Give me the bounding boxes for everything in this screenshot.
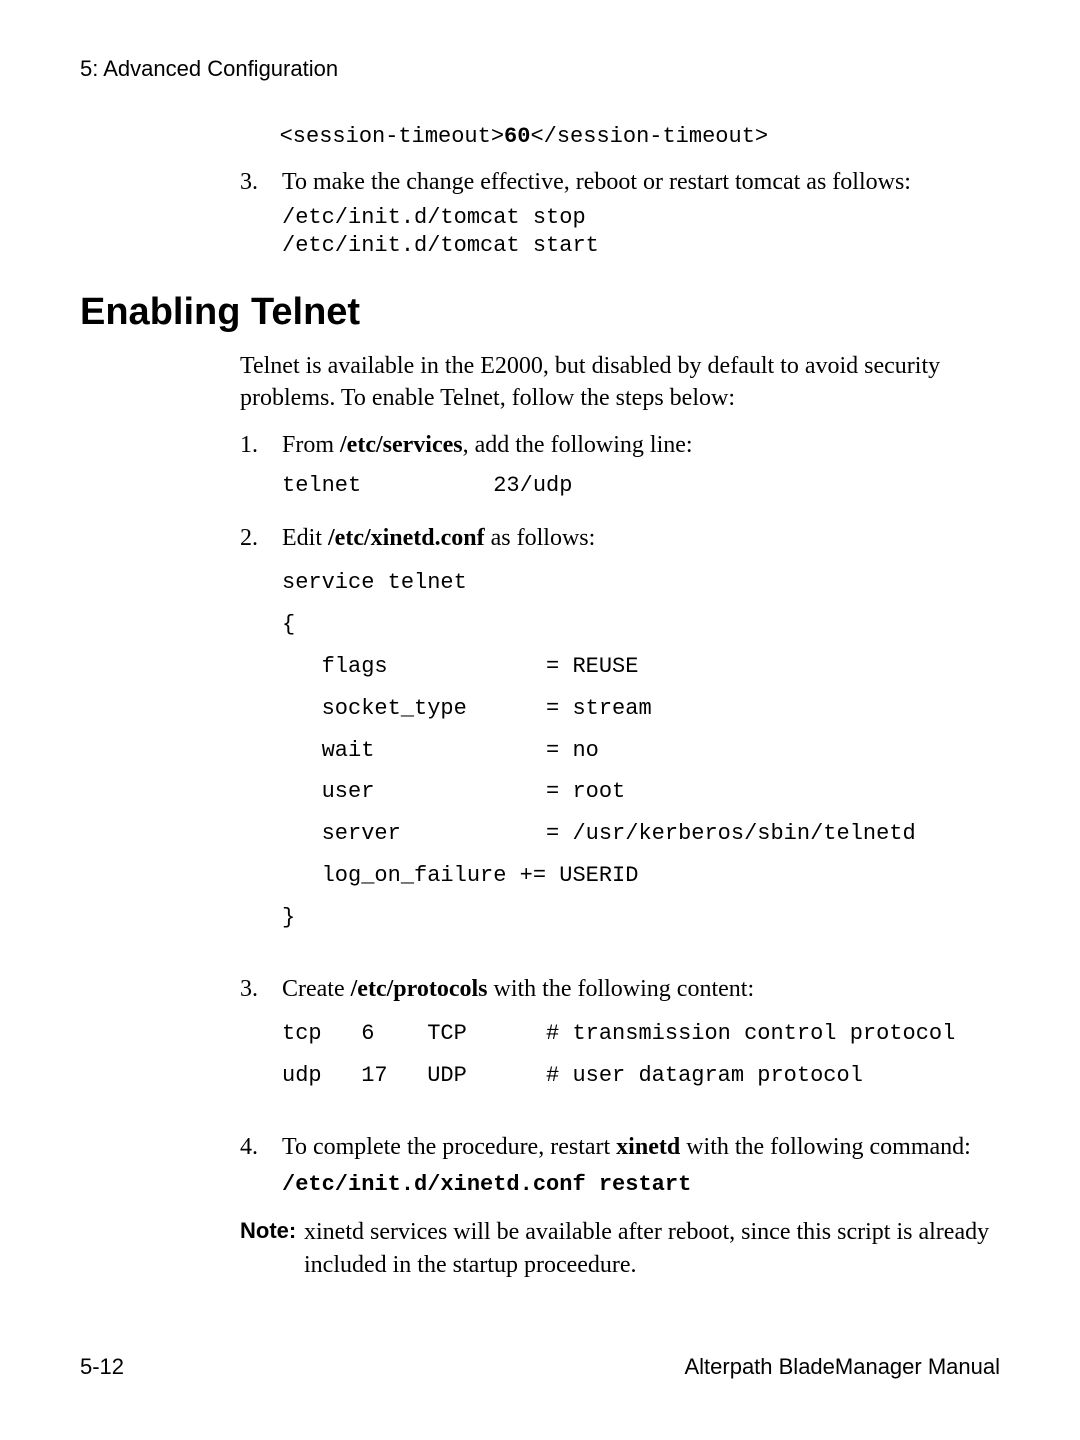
step-text: Create /etc/protocols with the following…: [282, 973, 990, 1005]
note: Note: xinetd services will be available …: [240, 1216, 990, 1281]
step-2-code: service telnet { flags = REUSE socket_ty…: [282, 562, 990, 938]
page-number: 5-12: [80, 1354, 124, 1380]
section-heading: Enabling Telnet: [80, 291, 1000, 334]
step-number: 1.: [240, 429, 282, 518]
step-number: 2.: [240, 522, 282, 955]
manual-title: Alterpath BladeManager Manual: [684, 1354, 1000, 1380]
note-text: xinetd services will be available after …: [304, 1216, 990, 1281]
footer: 5-12 Alterpath BladeManager Manual: [80, 1354, 1000, 1380]
step-text: From /etc/services, add the following li…: [282, 429, 990, 461]
step-number: 4.: [240, 1131, 282, 1207]
step-4-code: /etc/init.d/xinetd.conf restart: [282, 1171, 990, 1199]
session-timeout-code: <session-timeout>60</session-timeout>: [240, 122, 990, 152]
step-2: 2. Edit /etc/xinetd.conf as follows: ser…: [240, 522, 990, 955]
etc-services: /etc/services: [340, 432, 463, 458]
step-text: Edit /etc/xinetd.conf as follows:: [282, 522, 990, 554]
step-1-code: telnet 23/udp: [282, 471, 990, 502]
step-3: 3. Create /etc/protocols with the follow…: [240, 973, 990, 1113]
content-column: <session-timeout>60</session-timeout> 3.…: [240, 122, 990, 267]
step-3-code: tcp 6 TCP # transmission control protoco…: [282, 1013, 990, 1097]
step-text: To make the change effective, reboot or …: [282, 166, 990, 198]
xinetd: xinetd: [616, 1134, 680, 1160]
page: 5: Advanced Configuration <session-timeo…: [0, 0, 1080, 1440]
step-4: 4. To complete the procedure, restart xi…: [240, 1131, 990, 1207]
running-head: 5: Advanced Configuration: [80, 56, 1000, 82]
note-label: Note:: [240, 1216, 304, 1281]
step-number: 3.: [240, 973, 282, 1113]
step-number: 3.: [240, 166, 282, 267]
etc-xinetd-conf: /etc/xinetd.conf: [328, 525, 485, 551]
session-timeout-value: 60: [504, 124, 530, 149]
step-1: 1. From /etc/services, add the following…: [240, 429, 990, 518]
section-body: Telnet is available in the E2000, but di…: [240, 350, 990, 1281]
etc-protocols: /etc/protocols: [351, 976, 488, 1002]
step-text: To complete the procedure, restart xinet…: [282, 1131, 990, 1163]
prev-step-3: 3. To make the change effective, reboot …: [240, 166, 990, 267]
step-code: /etc/init.d/tomcat stop /etc/init.d/tomc…: [282, 204, 990, 259]
intro-paragraph: Telnet is available in the E2000, but di…: [240, 350, 990, 415]
